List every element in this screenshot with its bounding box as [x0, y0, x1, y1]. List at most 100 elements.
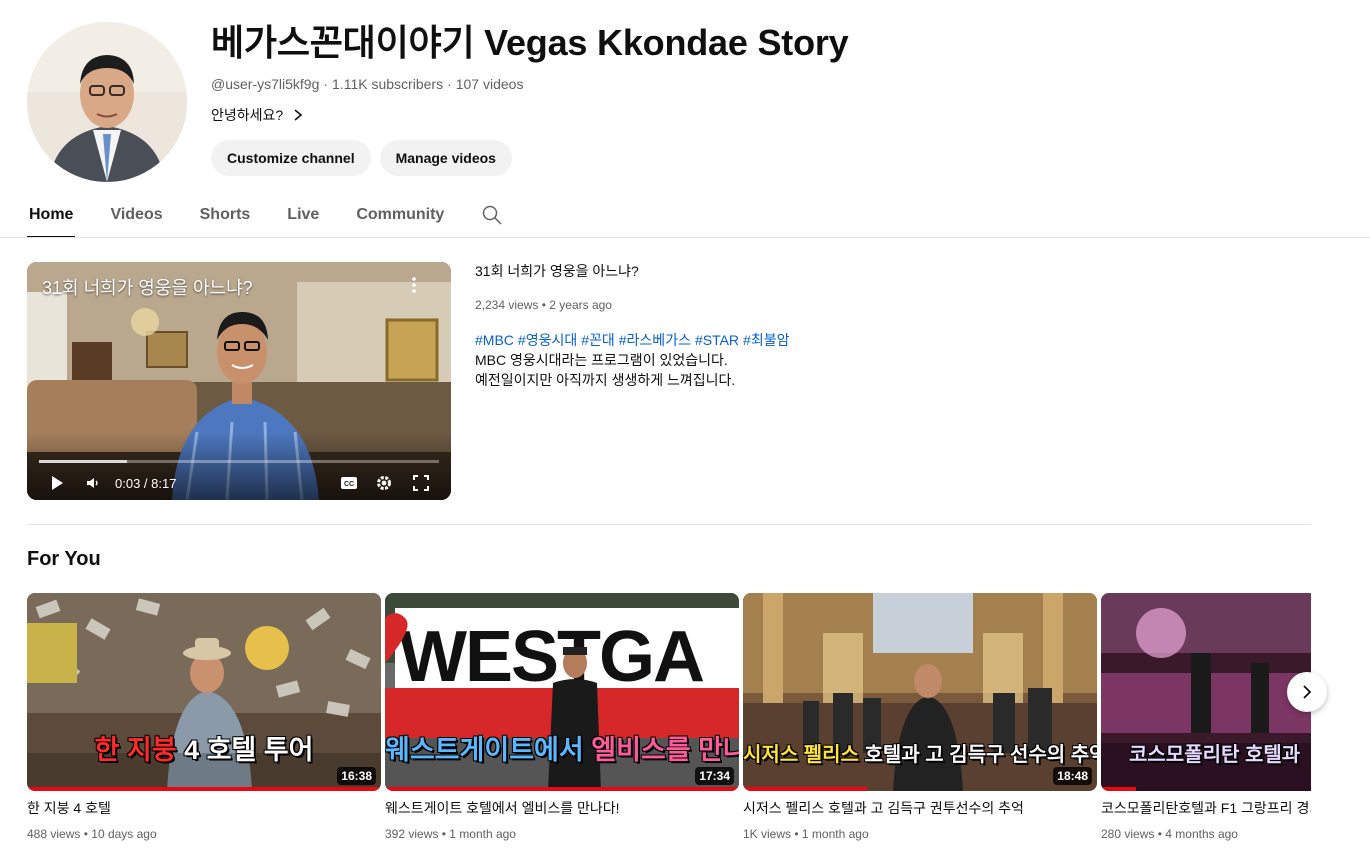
- channel-actions: Customize channel Manage videos: [211, 140, 849, 176]
- video-duration: 16:38: [337, 767, 376, 785]
- hashtag-link[interactable]: #MBC: [475, 332, 514, 348]
- channel-about-text: 안녕하세요?: [211, 107, 284, 123]
- meta-separator: •: [1157, 827, 1162, 841]
- play-icon: [52, 476, 63, 490]
- channel-tabs: Home Videos Shorts Live Community: [27, 192, 505, 238]
- manage-videos-button[interactable]: Manage videos: [379, 140, 512, 176]
- player-progress-fill: [39, 460, 127, 463]
- video-age: 1 month ago: [801, 827, 869, 841]
- video-thumbnail[interactable]: WESTGA 웨스트게이트에서 엘비스를 만나다 17:34: [385, 593, 739, 791]
- kebab-menu-icon[interactable]: [407, 276, 421, 294]
- video-meta: 1K views • 1 month ago: [743, 827, 1097, 841]
- caption-highlight: 시저스 펠리스: [743, 744, 859, 766]
- featured-video-title[interactable]: 31회 너희가 영웅을 아느냐?: [475, 262, 1275, 280]
- caption-text: 엘비스를 만나다: [591, 735, 739, 765]
- video-views: 392 views: [385, 827, 439, 841]
- featured-age: 2 years ago: [549, 298, 612, 312]
- captions-icon: CC: [341, 477, 357, 489]
- tab-live[interactable]: Live: [285, 192, 321, 238]
- video-count: 107 videos: [455, 76, 524, 92]
- caption-highlight: 코스모폴리탄 호텔과: [1129, 744, 1301, 766]
- player-time: 0:03 / 8:17: [115, 476, 177, 491]
- meta-separator: •: [83, 827, 88, 841]
- caption-text: 4 호텔 투어: [176, 735, 314, 765]
- video-title[interactable]: 코스모폴리탄호텔과 F1 그랑프리 경기: [1101, 799, 1311, 817]
- channel-search-button[interactable]: [479, 192, 505, 238]
- thumbnail-caption: 한 지붕 4 호텔 투어: [27, 728, 381, 767]
- svg-text:WESTGA: WESTGA: [399, 617, 704, 697]
- shelf-next-button[interactable]: [1287, 672, 1327, 712]
- thumbnail-caption: 코스모폴리탄 호텔과: [1129, 738, 1311, 767]
- channel-handle: @user-ys7li5kf9g: [211, 76, 320, 92]
- section-divider: [27, 524, 1311, 525]
- meta-separator: •: [441, 827, 446, 841]
- channel-about-link[interactable]: 안녕하세요?: [211, 104, 849, 126]
- tab-videos[interactable]: Videos: [108, 192, 164, 238]
- volume-button[interactable]: [83, 472, 103, 494]
- featured-video-info: 31회 너희가 영웅을 아느냐? 2,234 views • 2 years a…: [475, 262, 1275, 390]
- watch-progress: [1101, 787, 1137, 791]
- video-duration: 17:34: [695, 767, 734, 785]
- watch-progress: [743, 787, 867, 791]
- video-title[interactable]: 시저스 펠리스 호텔과 고 김득구 권투선수의 추억: [743, 799, 1097, 817]
- hashtag-link[interactable]: #라스베가스: [619, 332, 691, 348]
- player-overlay-title[interactable]: 31회 너희가 영웅을 아느냐?: [42, 274, 253, 300]
- video-card[interactable]: 한 지붕 4 호텔 투어 16:38 한 지붕 4 호텔 488 views •…: [27, 593, 381, 841]
- featured-video-meta: 2,234 views • 2 years ago: [475, 298, 1275, 312]
- volume-icon: [87, 478, 98, 488]
- customize-channel-button[interactable]: Customize channel: [211, 140, 371, 176]
- video-views: 280 views: [1101, 827, 1155, 841]
- video-meta: 280 views • 4 months ago: [1101, 827, 1311, 841]
- caption-text: 호텔과 고 김득구 선수의 추억: [858, 744, 1097, 766]
- video-age: 10 days ago: [91, 827, 157, 841]
- featured-hashtags: #MBC #영웅시대 #꼰대 #라스베가스 #STAR #최불암: [475, 330, 1275, 350]
- subscriber-count: 1.11K subscribers: [332, 76, 444, 92]
- video-card[interactable]: 코스모폴리탄 호텔과 코스모폴리탄호텔과 F1 그랑프리 경기 280 view…: [1101, 593, 1311, 841]
- caption-highlight: 한 지붕: [94, 735, 177, 765]
- video-views: 488 views: [27, 827, 81, 841]
- hashtag-link[interactable]: #영웅시대: [518, 332, 577, 348]
- video-age: 1 month ago: [449, 827, 516, 841]
- watch-progress: [27, 787, 381, 791]
- video-thumbnail[interactable]: 시저스 펠리스 호텔과 고 김득구 선수의 추억 18:48: [743, 593, 1097, 791]
- hashtag-link[interactable]: #꼰대: [581, 332, 615, 348]
- channel-avatar[interactable]: [27, 22, 187, 182]
- video-meta: 488 views • 10 days ago: [27, 827, 381, 841]
- tab-shorts[interactable]: Shorts: [198, 192, 253, 238]
- meta-separator: •: [794, 827, 799, 841]
- featured-video-player[interactable]: 31회 너희가 영웅을 아느냐? 0:03 / 8:17 CC: [27, 262, 451, 500]
- watch-progress: [385, 787, 739, 791]
- video-age: 4 months ago: [1165, 827, 1238, 841]
- video-thumbnail[interactable]: 코스모폴리탄 호텔과: [1101, 593, 1311, 791]
- player-progress-bar[interactable]: [39, 460, 439, 463]
- hashtag-link[interactable]: #STAR: [695, 332, 739, 348]
- video-meta: 392 views • 1 month ago: [385, 827, 739, 841]
- hashtag-link[interactable]: #최불암: [743, 332, 789, 348]
- svg-text:CC: CC: [344, 481, 354, 488]
- video-views: 1K views: [743, 827, 792, 841]
- channel-meta: @user-ys7li5kf9g · 1.11K subscribers · 107 v…: [211, 74, 849, 94]
- caption-highlight: 웨스트게이트에서: [385, 735, 592, 765]
- fullscreen-button[interactable]: [411, 472, 431, 494]
- tab-home[interactable]: Home: [27, 192, 76, 238]
- meta-separator: ·: [323, 76, 329, 92]
- featured-description-line: MBC 영웅시대라는 프로그램이 있었습니다.: [475, 352, 728, 368]
- for-you-heading: For You: [27, 548, 101, 570]
- channel-title: 베가스꼰대이야기 Vegas Kkondae Story: [211, 22, 849, 63]
- video-title[interactable]: 한 지붕 4 호텔: [27, 799, 381, 817]
- settings-button[interactable]: [374, 472, 394, 494]
- video-card[interactable]: WESTGA 웨스트게이트에서 엘비스를 만나다 17:34 웨스트게이트 호텔…: [385, 593, 739, 841]
- captions-button[interactable]: CC: [339, 472, 359, 494]
- settings-icon: [377, 476, 391, 490]
- channel-info: 베가스꼰대이야기 Vegas Kkondae Story @user-ys7li…: [211, 20, 849, 176]
- meta-separator: •: [541, 298, 546, 312]
- chevron-right-icon: [294, 109, 303, 121]
- video-thumbnail[interactable]: 한 지붕 4 호텔 투어 16:38: [27, 593, 381, 791]
- tab-community[interactable]: Community: [354, 192, 446, 238]
- thumbnail-caption: 시저스 펠리스 호텔과 고 김득구 선수의 추억: [743, 738, 1097, 767]
- video-card[interactable]: 시저스 펠리스 호텔과 고 김득구 선수의 추억 18:48 시저스 펠리스 호…: [743, 593, 1097, 841]
- featured-views: 2,234 views: [475, 298, 539, 312]
- video-title[interactable]: 웨스트게이트 호텔에서 엘비스를 만나다!: [385, 799, 739, 817]
- play-button[interactable]: [47, 472, 67, 494]
- tabs-divider: [0, 237, 1370, 238]
